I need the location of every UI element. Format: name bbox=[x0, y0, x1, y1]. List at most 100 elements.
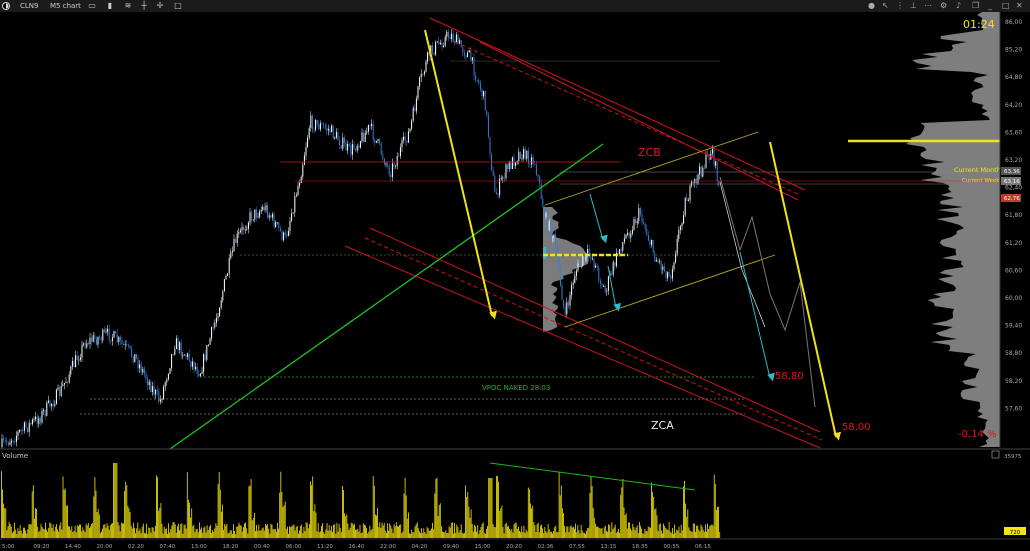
candle-body bbox=[4, 440, 6, 442]
volume-bar bbox=[492, 524, 494, 538]
time-tick-label: 18:35 bbox=[632, 544, 648, 550]
candle-body bbox=[169, 367, 171, 374]
candle-body bbox=[143, 368, 145, 374]
volume-bar bbox=[457, 527, 459, 538]
bell-icon[interactable]: ♪ bbox=[956, 0, 961, 12]
candle-body bbox=[305, 146, 307, 156]
volume-bar bbox=[444, 532, 446, 538]
volume-bar bbox=[57, 529, 58, 538]
minimize-icon[interactable]: _ bbox=[988, 0, 992, 12]
volume-bar bbox=[241, 531, 243, 538]
volume-bar bbox=[455, 532, 457, 538]
candle-body bbox=[511, 157, 513, 170]
draw-icon[interactable]: ✢ bbox=[156, 2, 164, 10]
candle-body bbox=[668, 272, 670, 277]
time-axis[interactable]: 5:00 09:20 14:40 20:00 02:20 07:40 13:00 18:20 0… bbox=[2, 544, 711, 550]
app-logo-icon[interactable]: ◐ bbox=[2, 2, 10, 10]
volume-bar bbox=[149, 528, 151, 538]
volume-bar bbox=[435, 478, 437, 538]
time-tick-label: 00:55 bbox=[664, 544, 680, 550]
volume-bar bbox=[581, 530, 583, 538]
volume-bar bbox=[597, 526, 598, 538]
candle-body bbox=[532, 157, 534, 164]
monitor-icon[interactable]: ▭ bbox=[88, 2, 96, 10]
candle-body bbox=[271, 213, 273, 218]
volume-bar bbox=[194, 532, 196, 538]
volume-bar bbox=[439, 503, 441, 538]
candle-body bbox=[246, 228, 248, 230]
volume-bar bbox=[146, 523, 147, 538]
dots-icon[interactable]: ⋯ bbox=[924, 0, 932, 12]
time-tick-label: 16:40 bbox=[349, 544, 365, 550]
candle-body bbox=[27, 427, 29, 433]
candle-body bbox=[310, 115, 312, 129]
close-icon[interactable]: ✕ bbox=[1016, 0, 1023, 12]
price-chart[interactable]: ZCB ZCA VPOC NAKED 28.03 58,80 58,00 01:… bbox=[0, 12, 1030, 551]
maximize-icon[interactable]: □ bbox=[1002, 0, 1010, 12]
candle-body bbox=[718, 181, 720, 185]
volume-bar bbox=[173, 522, 175, 538]
volume-bar bbox=[596, 526, 597, 538]
chart-type-selector[interactable]: M5 chart bbox=[50, 0, 81, 12]
volume-bar bbox=[87, 523, 89, 538]
candle-body bbox=[521, 158, 523, 160]
candle-icon[interactable]: ▮ bbox=[106, 2, 114, 10]
price-axis[interactable]: 86,00 85,20 64,80 64,20 63,60 63,20 62,40 61,80… bbox=[1001, 19, 1022, 412]
volume-bar bbox=[69, 526, 70, 538]
volume-bar bbox=[284, 501, 286, 538]
volume-bar bbox=[661, 530, 662, 538]
candle-body bbox=[225, 275, 227, 280]
volume-bar bbox=[510, 530, 512, 538]
candle-body bbox=[622, 242, 624, 251]
volume-bar bbox=[489, 478, 491, 538]
settings-icon[interactable]: ⚙ bbox=[940, 0, 947, 12]
crosshair-icon[interactable]: ┼ bbox=[140, 2, 148, 10]
volume-bar bbox=[607, 531, 608, 538]
volume-bar bbox=[1, 471, 2, 538]
candle-body bbox=[57, 387, 59, 390]
volume-bar bbox=[45, 522, 46, 538]
arrow-icon[interactable]: ↖ bbox=[882, 0, 889, 12]
volume-bar bbox=[15, 529, 17, 538]
candle-body bbox=[649, 240, 651, 245]
candle-body bbox=[353, 144, 355, 149]
volume-bar bbox=[153, 531, 155, 538]
candle-body bbox=[515, 162, 517, 166]
candle-body bbox=[302, 164, 304, 177]
volume-bar bbox=[335, 533, 337, 538]
volume-bar bbox=[655, 508, 657, 538]
symbol-selector[interactable]: CLN9 bbox=[20, 0, 38, 12]
candle-body bbox=[531, 157, 533, 165]
candle-body bbox=[155, 389, 157, 395]
volume-bar bbox=[305, 522, 307, 538]
indicator-icon[interactable]: ≋ bbox=[124, 2, 132, 10]
volume-bar bbox=[357, 528, 359, 538]
record-icon[interactable]: ● bbox=[868, 0, 875, 12]
candle-body bbox=[257, 216, 259, 218]
candle-body bbox=[569, 294, 571, 306]
candle-body bbox=[676, 238, 678, 255]
volume-bar bbox=[254, 512, 255, 538]
volume-bar bbox=[306, 522, 308, 538]
price-tick-label: 86,00 bbox=[1005, 19, 1022, 26]
candle-body bbox=[495, 192, 497, 195]
candle-body bbox=[158, 391, 160, 402]
volume-bar bbox=[177, 526, 178, 538]
candle-body bbox=[203, 354, 205, 372]
candle-body bbox=[417, 86, 419, 99]
volume-bar bbox=[190, 517, 191, 538]
filter-icon[interactable]: ⋮ bbox=[896, 0, 904, 12]
candle-body bbox=[241, 226, 243, 231]
candle-body bbox=[65, 381, 67, 384]
vpoc-label: VPOC NAKED 28.03 bbox=[482, 384, 550, 392]
pin-icon[interactable]: ⊥ bbox=[910, 0, 917, 12]
windows-icon[interactable]: ❐ bbox=[972, 0, 979, 12]
window-icon[interactable]: □ bbox=[174, 2, 182, 10]
volume-bar bbox=[651, 482, 652, 538]
volume-bar bbox=[515, 522, 517, 538]
candle-body bbox=[478, 80, 480, 84]
candle-body bbox=[163, 386, 165, 400]
volume-bar bbox=[359, 524, 361, 538]
candle-body bbox=[566, 302, 568, 315]
candle-body bbox=[300, 176, 302, 184]
